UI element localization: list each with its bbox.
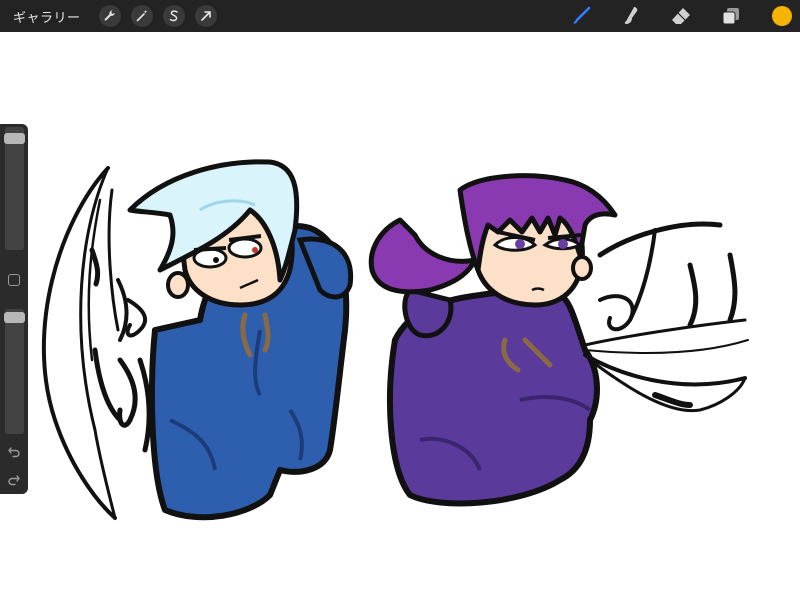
magic-wand-icon bbox=[136, 10, 147, 22]
color-picker-button[interactable] bbox=[772, 6, 792, 26]
brush-tool[interactable] bbox=[570, 5, 592, 27]
tool-group bbox=[542, 0, 800, 32]
brush-icon bbox=[573, 6, 591, 24]
eraser-icon bbox=[672, 8, 690, 24]
transform-arrow-icon bbox=[200, 11, 211, 21]
layers-tool[interactable] bbox=[720, 5, 742, 27]
right-calligraphy bbox=[583, 221, 749, 413]
wrench-icon bbox=[104, 10, 115, 21]
selection-button[interactable] bbox=[162, 5, 185, 27]
adjustments-button[interactable] bbox=[130, 5, 153, 27]
left-character bbox=[127, 159, 354, 521]
selection-icon bbox=[169, 10, 178, 22]
actions-button[interactable] bbox=[98, 5, 121, 27]
transform-button[interactable] bbox=[194, 5, 217, 27]
gallery-button[interactable]: ギャラリー bbox=[13, 7, 81, 26]
smudge-icon bbox=[624, 7, 638, 24]
eraser-tool[interactable] bbox=[670, 5, 692, 27]
layers-icon bbox=[722, 8, 739, 25]
smudge-tool[interactable] bbox=[620, 5, 642, 27]
right-character bbox=[368, 173, 618, 507]
drawing-canvas[interactable] bbox=[0, 32, 800, 600]
top-toolbar: ギャラリー bbox=[0, 0, 800, 32]
